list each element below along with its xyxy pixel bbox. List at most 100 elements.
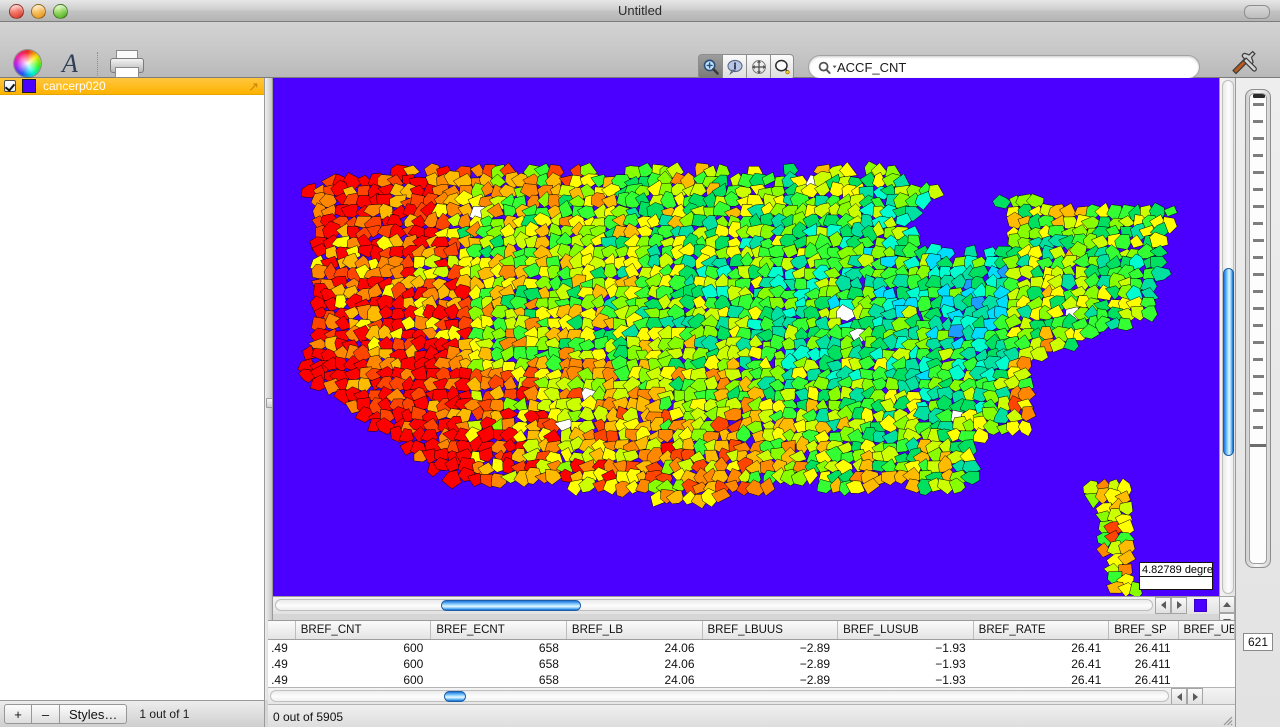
table-row[interactable]: .49 600 658 24.06 −2.89 −1.93 26.41 26.411 [268, 672, 1235, 688]
scale-panel: 621 [1235, 78, 1280, 727]
add-layer-button[interactable]: + [4, 704, 32, 724]
triangle-up-icon [1223, 602, 1231, 607]
scale-slider-handle[interactable] [1250, 444, 1266, 447]
info-tool-button[interactable] [722, 54, 746, 80]
map-tools-group [698, 54, 794, 80]
scale-tick [1253, 375, 1264, 378]
table-cell: −1.93 [935, 673, 966, 687]
table-cell: 658 [538, 673, 559, 687]
sidebar-splitter[interactable] [265, 78, 273, 700]
remove-layer-button[interactable]: – [32, 704, 60, 724]
scroll-right-button[interactable] [1171, 596, 1187, 614]
scale-tick [1253, 239, 1264, 242]
table-column-header[interactable]: BREF_ECNT [431, 621, 567, 639]
zoom-tool-button[interactable] [698, 54, 722, 80]
filter-input[interactable]: ACCF_CNT [808, 55, 1200, 79]
table-cell: 26.411 [1134, 641, 1171, 655]
table-header-row: BREF_CNT BREF_ECNT BREF_LB BREF_LBUUS BREF_L… [268, 621, 1235, 640]
table-column-header[interactable]: BREF_LBUUS [703, 621, 839, 639]
table-horizontal-scrollbar[interactable] [268, 687, 1235, 705]
table-cell: 658 [538, 657, 559, 671]
table-row[interactable]: .49 600 658 24.06 −2.89 −1.93 26.41 26.411 [268, 640, 1235, 656]
search-icon [818, 61, 837, 74]
magnifier-plus-icon [703, 59, 719, 75]
table-hscroll-thumb[interactable] [444, 691, 466, 702]
scale-tick [1253, 256, 1263, 259]
table-cell: −2.89 [799, 657, 831, 671]
layer-color-swatch[interactable] [22, 79, 36, 93]
county-polygon[interactable] [441, 469, 462, 490]
table-column-header[interactable]: BREF_SP [1109, 621, 1179, 639]
layer-name-label: cancerp020 [43, 79, 106, 93]
scale-slider-cap [1253, 94, 1265, 98]
scale-tick [1253, 392, 1263, 395]
table-scroll-left-button[interactable] [1171, 688, 1187, 705]
table-cell: .49 [271, 641, 288, 655]
county-polygon[interactable] [1061, 273, 1078, 291]
table-column-header[interactable]: BREF_LUSUB [838, 621, 974, 639]
coordinate-readout: 4.82789 degre [1139, 562, 1213, 590]
map-hscroll-thumb[interactable] [441, 600, 581, 611]
map-corner-color-box[interactable] [1194, 598, 1207, 612]
county-polygons [297, 160, 1178, 596]
county-polygon[interactable] [1150, 265, 1172, 282]
table-cell: −2.89 [799, 641, 831, 655]
pan-tool-button[interactable] [746, 54, 770, 80]
table-column-header[interactable]: BREF_LB [567, 621, 703, 639]
scale-tick [1253, 307, 1264, 310]
splitter-grip-icon[interactable] [266, 398, 273, 408]
select-tool-button[interactable] [770, 54, 794, 80]
table-hscroll-trough[interactable] [270, 690, 1169, 702]
table-cell: 24.06 [664, 641, 695, 655]
county-polygon[interactable] [1141, 305, 1158, 323]
map-hscroll-trough[interactable] [275, 599, 1153, 611]
scale-slider[interactable] [1245, 89, 1271, 568]
county-polygon[interactable] [1020, 406, 1037, 422]
coordinate-readout-line2 [1140, 577, 1212, 589]
printer-icon [109, 50, 144, 78]
scale-tick [1253, 205, 1264, 208]
selection-count-label: 0 out of 5905 [273, 709, 344, 724]
table-column-header[interactable]: BREF_RATE [974, 621, 1110, 639]
county-polygon[interactable] [1163, 205, 1178, 217]
scale-slider-track[interactable] [1249, 93, 1267, 564]
table-cell: 600 [403, 657, 424, 671]
scroll-up-button[interactable] [1219, 596, 1235, 613]
layer-list-item[interactable]: cancerp020 ↗ [0, 78, 264, 95]
map-vertical-scrollbar[interactable] [1219, 78, 1235, 596]
county-polygon[interactable] [659, 395, 673, 412]
scale-tick [1253, 426, 1263, 429]
county-polygon[interactable] [992, 194, 1012, 210]
toolbar: Colors A Fonts Print [0, 22, 1280, 97]
window-title: Untitled [617, 3, 663, 18]
expand-arrow-icon[interactable]: ↗ [248, 80, 259, 93]
resize-grip-icon[interactable] [1221, 714, 1233, 726]
table-scroll-right-button[interactable] [1187, 688, 1203, 705]
coordinate-readout-line1: 4.82789 degre [1140, 564, 1213, 577]
county-polygon[interactable] [928, 184, 945, 200]
styles-button[interactable]: Styles… [60, 704, 128, 724]
scale-tick [1253, 409, 1264, 412]
toolbar-separator [97, 52, 99, 80]
scale-tick [1253, 358, 1263, 361]
table-row[interactable]: .49 600 658 24.06 −2.89 −1.93 26.41 26.411 [268, 656, 1235, 672]
county-polygon[interactable] [761, 171, 776, 186]
table-column-header[interactable] [268, 621, 296, 639]
layer-visibility-checkbox[interactable] [4, 80, 16, 92]
lasso-icon [775, 59, 790, 75]
scale-tick [1253, 154, 1263, 157]
table-hscroll-arrows [1171, 688, 1203, 705]
table-column-header[interactable]: BREF_UB [1179, 621, 1235, 639]
table-column-header[interactable]: BREF_CNT [296, 621, 432, 639]
toolbar-toggle-button[interactable] [1244, 5, 1270, 19]
map-vscroll-thumb[interactable] [1223, 268, 1234, 456]
map-horizontal-scrollbar[interactable] [273, 596, 1219, 614]
scroll-left-button[interactable] [1155, 596, 1171, 614]
map-canvas[interactable]: 4.82789 degre [273, 78, 1219, 596]
table-cell: .49 [271, 657, 288, 671]
scale-tick [1253, 324, 1263, 327]
scale-value-field[interactable]: 621 [1243, 633, 1273, 651]
scale-tick [1253, 120, 1263, 123]
title-bar: Untitled [0, 0, 1280, 22]
county-polygon[interactable] [1017, 419, 1033, 437]
